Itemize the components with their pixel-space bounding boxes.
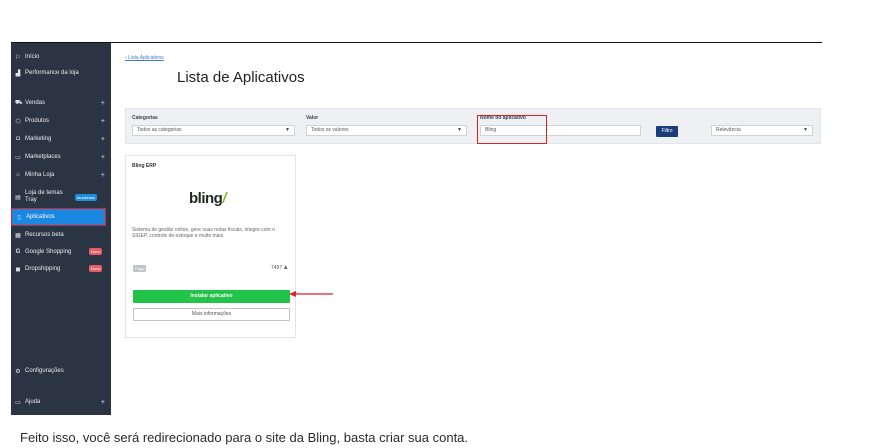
sidebar-item-label: Aplicativos <box>26 214 55 220</box>
more-info-button[interactable]: Mais informações <box>133 308 290 321</box>
app-card: Bling ERP bling/ Sistema de gestão onlin… <box>125 155 296 338</box>
install-count-value: 7497 <box>271 265 283 271</box>
filter-bar: Categorias Todos as categorias ▼ Valor T… <box>125 108 821 144</box>
sidebar-item-label: Marketplaces <box>25 154 61 160</box>
expand-icon[interactable]: + <box>101 399 105 406</box>
sidebar-item-label: Configurações <box>25 368 64 374</box>
sidebar-item-ajuda[interactable]: ▭ Ajuda + <box>11 394 111 410</box>
sidebar-item-label: Dropshipping <box>25 266 61 272</box>
sidebar-item-marketplaces[interactable]: ▭ Marketplaces + <box>11 149 111 165</box>
sidebar-item-label-line1: Loja de temas <box>25 190 63 196</box>
sidebar-item-produtos[interactable]: ⬡ Produtos + <box>11 113 111 129</box>
cart-icon: ⛟ <box>15 100 23 106</box>
bar-chart-icon: ▟ <box>15 70 21 77</box>
sidebar-item-vendas[interactable]: ⛟ Vendas + <box>11 95 111 111</box>
chat-icon: ▭ <box>15 399 21 406</box>
bag-icon: ◘ <box>16 136 20 142</box>
highlight-box <box>477 115 547 144</box>
sidebar-item-label: Início <box>25 54 40 60</box>
sidebar-item-minha-loja[interactable]: ⌂ Minha Loja + <box>11 167 111 183</box>
chevron-down-icon: ▼ <box>285 127 290 133</box>
sidebar-item-label: Performance da loja <box>25 70 79 76</box>
grid-icon: ▦ <box>15 232 21 239</box>
sidebar-item-dropshipping[interactable]: ◼ Dropshipping Novo <box>11 261 111 277</box>
sidebar-item-marketing[interactable]: ◘ Marketing + <box>11 131 111 147</box>
red-arrow-icon <box>289 291 333 297</box>
user-icon: ♟ <box>283 265 288 271</box>
flag-icon: ⚐ <box>15 54 21 61</box>
chevron-down-icon: ▼ <box>803 127 808 133</box>
main-content: ‹ Lista Aplicativos Lista de Aplicativos… <box>111 43 822 415</box>
sidebar-item-label: Recursos beta <box>25 232 64 238</box>
install-count: 7497 ♟ <box>271 265 288 271</box>
sidebar-item-label: Google Shopping <box>25 249 72 255</box>
sidebar-item-performance[interactable]: ▟ Performance da loja <box>11 65 111 81</box>
box-icon: ◼ <box>15 266 21 273</box>
sidebar-item-label: Marketing <box>25 136 52 142</box>
price-badge: Pago <box>133 265 147 272</box>
theme-icon: ▤ <box>15 194 21 201</box>
value-label: Valor <box>306 115 319 121</box>
app-frame: ⚐ Início ▟ Performance da loja ⛟ Vendas … <box>11 42 822 415</box>
sidebar-item-label-line2: Tray <box>25 197 37 203</box>
new-badge: Novo <box>89 248 103 255</box>
app-card-description: Sistema de gestão online, gere suas nota… <box>132 227 275 239</box>
sidebar-item-label: Produtos <box>25 118 50 124</box>
sidebar: ⚐ Início ▟ Performance da loja ⛟ Vendas … <box>11 43 111 415</box>
expand-icon[interactable]: + <box>101 136 105 143</box>
value-select[interactable]: Todos os valores ▼ <box>306 125 467 136</box>
sort-select[interactable]: Relevância ▼ <box>711 125 813 136</box>
value-select-value: Todos os valores <box>311 127 349 133</box>
sidebar-item-configuracoes[interactable]: ⚙ Configurações <box>11 363 111 379</box>
caption-text: Feito isso, você será redirecionado para… <box>20 430 469 445</box>
breadcrumb[interactable]: ‹ Lista Aplicativos <box>125 55 164 61</box>
expand-icon[interactable]: + <box>101 100 105 107</box>
new-badge: Novo <box>89 265 103 272</box>
app-card-title: Bling ERP <box>132 163 157 169</box>
categories-select[interactable]: Todos as categorias ▼ <box>132 125 295 136</box>
sidebar-item-recursos-beta[interactable]: ▦ Recursos beta <box>11 227 111 243</box>
page-title: Lista de Aplicativos <box>177 69 305 86</box>
sidebar-item-label: Minha Loja <box>25 172 55 178</box>
bling-logo: bling/ <box>189 190 226 207</box>
google-icon: G <box>15 249 21 255</box>
store-icon: ⌂ <box>16 172 20 178</box>
sidebar-item-loja-de-temas[interactable]: ▤ Loja de temas Tray atualizado <box>11 186 111 208</box>
sidebar-item-label: Ajuda <box>25 399 41 405</box>
expand-icon[interactable]: + <box>101 118 105 125</box>
sidebar-item-label: Vendas <box>25 100 46 106</box>
filter-button[interactable]: Filtro <box>656 126 678 137</box>
sort-select-value: Relevância <box>716 127 741 133</box>
categories-select-value: Todos as categorias <box>137 127 182 133</box>
expand-icon[interactable]: + <box>101 154 105 161</box>
sidebar-item-label: Loja de temas Tray <box>25 190 63 204</box>
sidebar-item-aplicativos[interactable]: ▯ Aplicativos <box>11 208 106 226</box>
expand-icon[interactable]: + <box>101 172 105 179</box>
categories-label: Categorias <box>132 115 158 121</box>
app-icon: ▯ <box>17 214 21 221</box>
tag-icon: ⬡ <box>15 118 21 125</box>
logo-mark: / <box>222 190 226 207</box>
install-button[interactable]: Instalar aplicativo <box>133 290 290 303</box>
logo-text: bling <box>189 190 223 207</box>
monitor-icon: ▭ <box>15 154 21 161</box>
sidebar-item-google-shopping[interactable]: G Google Shopping Novo <box>11 244 111 260</box>
updated-badge: atualizado <box>75 194 98 201</box>
sidebar-item-inicio[interactable]: ⚐ Início <box>11 49 111 65</box>
chevron-down-icon: ▼ <box>457 127 462 133</box>
gear-icon: ⚙ <box>15 368 21 375</box>
